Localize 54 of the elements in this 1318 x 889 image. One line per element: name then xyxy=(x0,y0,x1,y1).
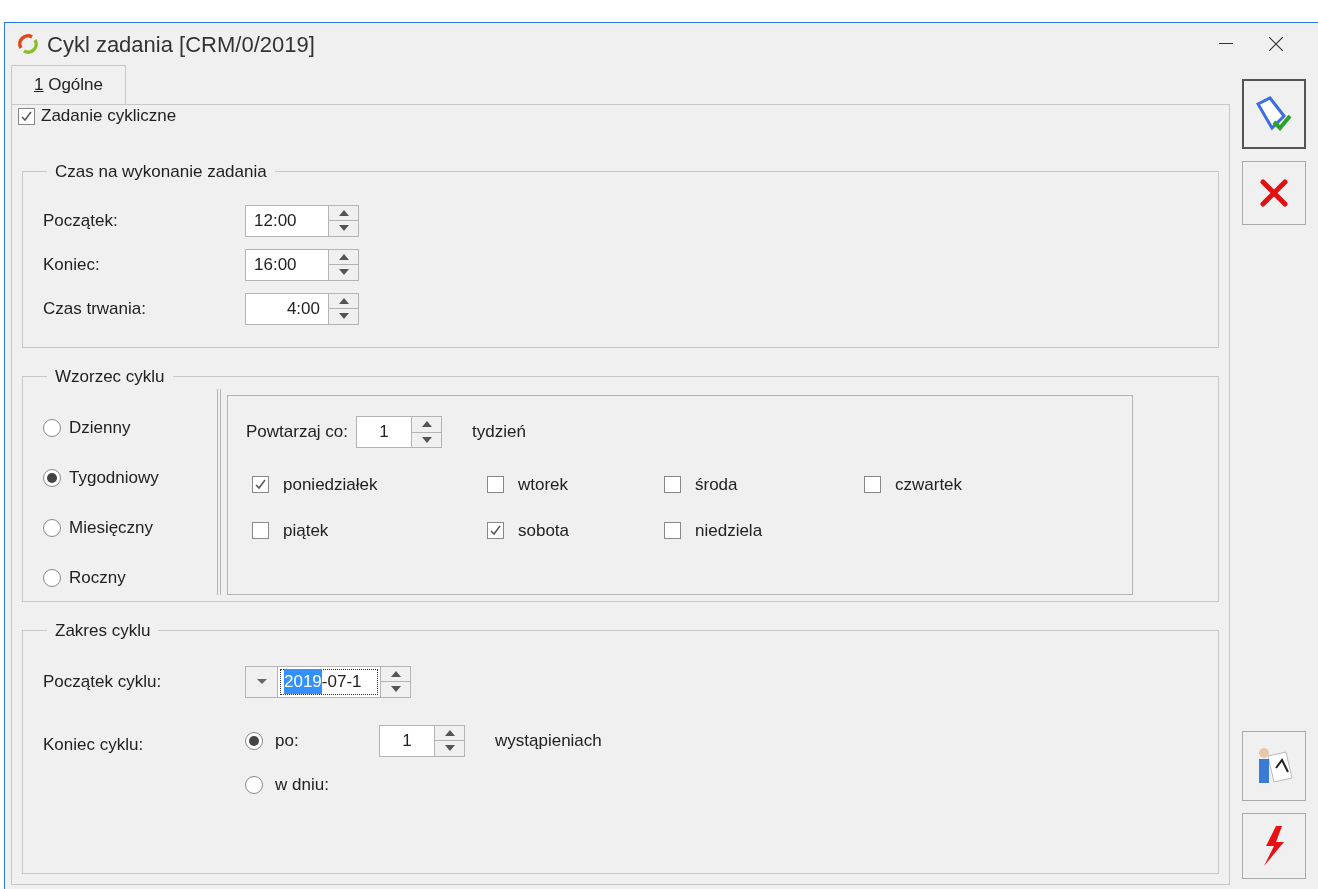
radio-label: Roczny xyxy=(69,567,126,590)
day-label: piątek xyxy=(283,519,329,542)
radio-label: Dzienny xyxy=(69,417,131,440)
group-title: Czas na wykonanie zadania xyxy=(54,161,268,183)
radio-label: po: xyxy=(275,729,300,752)
tab[interactable]: 1 Ogólne xyxy=(11,65,126,104)
radio-button[interactable] xyxy=(245,731,263,750)
close-icon xyxy=(1269,37,1283,51)
close-icon xyxy=(1259,178,1289,208)
checkbox[interactable] xyxy=(487,521,504,539)
cycle-logo-icon xyxy=(17,33,39,55)
day-label: niedziela xyxy=(695,519,763,542)
lightning-bolt-icon xyxy=(1262,826,1286,866)
radio-button[interactable] xyxy=(43,519,61,537)
field-label: Początek: xyxy=(43,209,119,232)
user-report-button[interactable] xyxy=(1242,731,1306,801)
field-label: Początek cyklu: xyxy=(43,670,163,693)
radio-label: Miesięczny xyxy=(69,517,154,540)
radio-label: w dniu: xyxy=(275,773,330,796)
radio-button[interactable] xyxy=(43,419,61,437)
checkbox[interactable] xyxy=(864,476,881,494)
field-label: Czas trwania: xyxy=(43,297,147,320)
up-arrow-icon xyxy=(390,670,401,677)
radio-button[interactable] xyxy=(43,469,61,487)
checkbox[interactable] xyxy=(252,521,269,539)
field-label: Powtarzaj co: xyxy=(246,421,349,444)
checkbox[interactable] xyxy=(487,476,504,494)
date-field[interactable]: 2019-07-1 xyxy=(280,668,378,695)
cancel-button[interactable] xyxy=(1242,161,1306,225)
group-title: Wzorzec cyklu xyxy=(54,365,166,388)
window-title: Cykl zadania [CRM/0/2019] xyxy=(47,30,315,59)
day-label: sobota xyxy=(518,519,570,542)
checkbox[interactable] xyxy=(664,476,681,494)
day-label: poniedziałek xyxy=(283,474,378,496)
minimize-icon xyxy=(1219,43,1233,45)
radio-label: Tygodniowy xyxy=(69,467,159,490)
group-title: Zakres cyklu xyxy=(54,620,152,642)
radio-button[interactable] xyxy=(245,775,263,794)
day-label: wtorek xyxy=(518,474,569,496)
day-label: środa xyxy=(695,474,738,496)
checkbox-label: Zadanie cykliczne xyxy=(41,105,177,128)
day-label: czwartek xyxy=(895,474,963,496)
field-label: Koniec: xyxy=(43,253,101,276)
save-button[interactable] xyxy=(1242,79,1306,149)
checkbox[interactable] xyxy=(664,521,681,539)
lightning-button[interactable] xyxy=(1242,813,1306,879)
checkbox[interactable] xyxy=(18,107,35,125)
down-arrow-icon xyxy=(390,686,401,693)
caret-icon xyxy=(256,679,267,684)
radio-button[interactable] xyxy=(43,569,61,587)
unit-label: tydzień xyxy=(472,421,526,444)
field-label: Koniec cyklu: xyxy=(43,733,145,756)
unit-label: wystąpieniach xyxy=(495,729,602,752)
checkbox[interactable] xyxy=(252,476,269,494)
